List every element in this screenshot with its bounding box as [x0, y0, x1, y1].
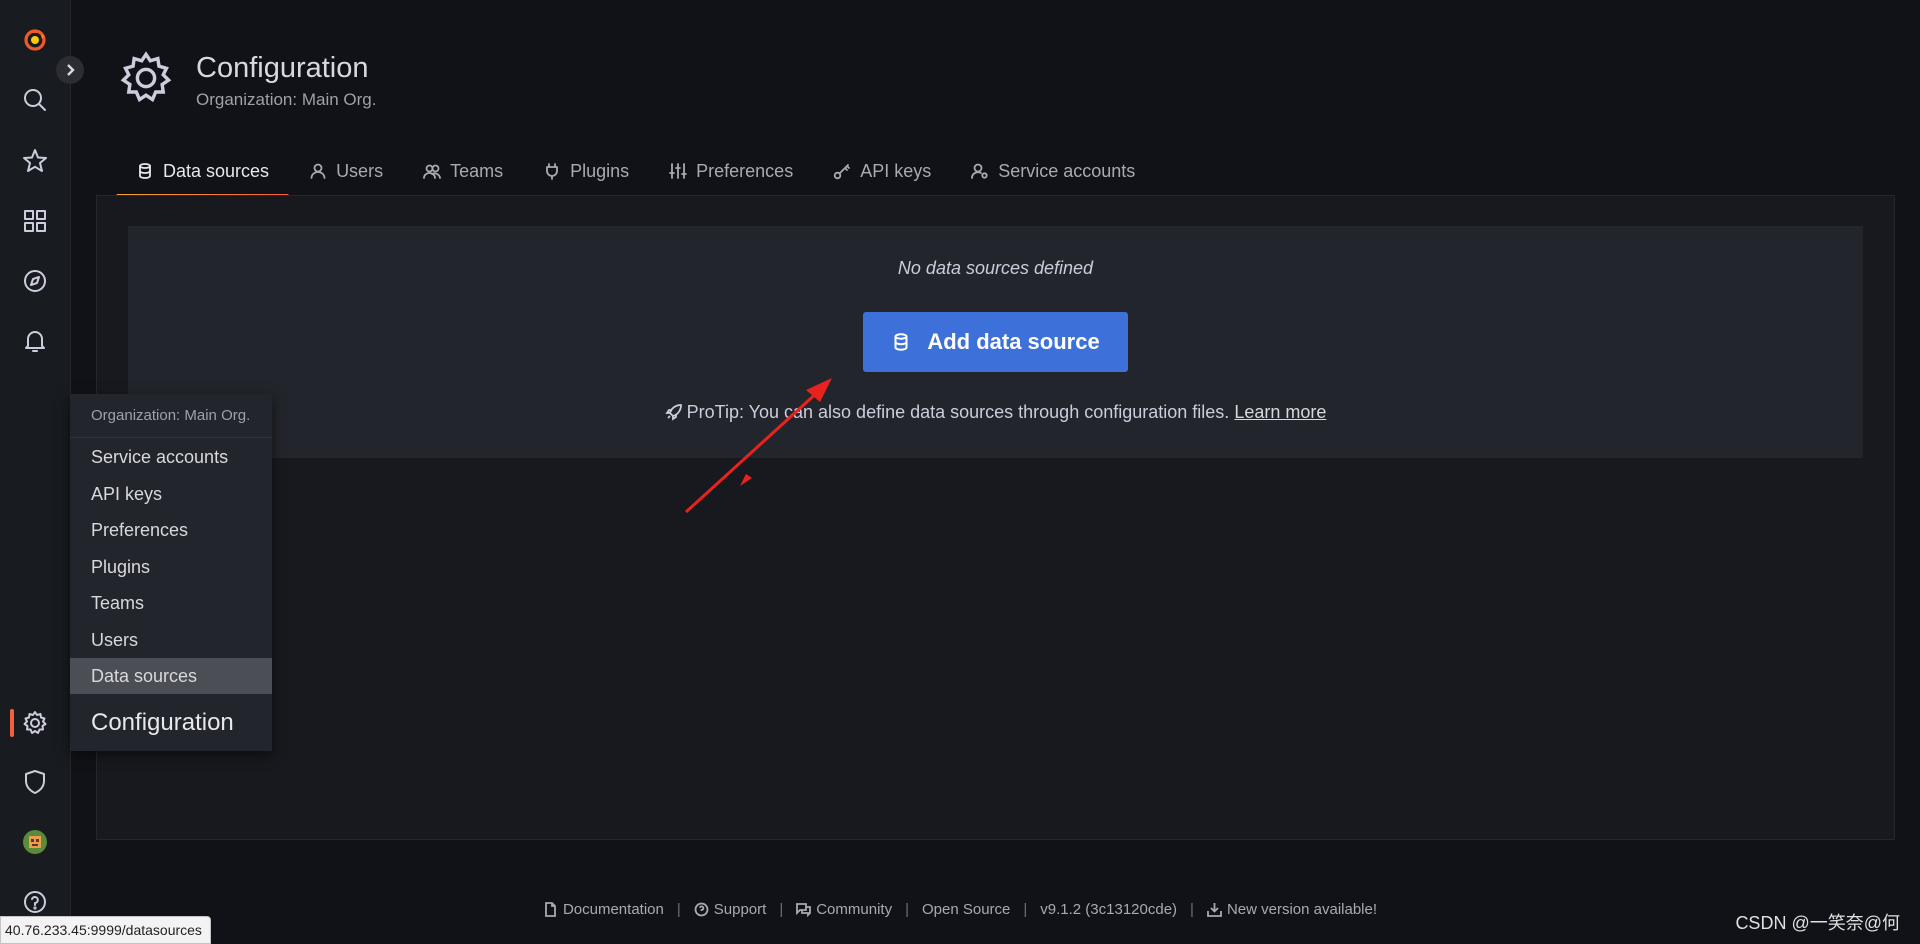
footer-support-label: Support — [714, 901, 767, 918]
menu-header: Organization: Main Org. — [70, 394, 272, 438]
sliders-icon — [669, 162, 687, 180]
users-icon — [423, 162, 441, 180]
tab-data-sources[interactable]: Data sources — [116, 156, 289, 186]
tab-bar: Data sources Users Teams Plugins Prefere… — [116, 156, 1155, 194]
gear-icon[interactable] — [17, 705, 53, 741]
menu-item-teams[interactable]: Teams — [70, 585, 272, 621]
tab-teams[interactable]: Teams — [403, 156, 523, 186]
tab-label: Teams — [450, 161, 503, 182]
comments-icon — [796, 902, 811, 917]
footer: Documentation | Support | Community | Op… — [0, 901, 1920, 918]
tab-label: API keys — [860, 161, 931, 182]
empty-state: No data sources defined Add data source … — [128, 226, 1863, 458]
footer-community-label: Community — [816, 901, 892, 918]
add-data-source-label: Add data source — [927, 329, 1099, 355]
learn-more-link[interactable]: Learn more — [1234, 402, 1326, 422]
footer-separator: | — [779, 901, 783, 918]
tab-service-accounts[interactable]: Service accounts — [951, 156, 1155, 186]
tab-preferences[interactable]: Preferences — [649, 156, 813, 186]
footer-new-version-link[interactable]: New version available! — [1207, 901, 1377, 918]
add-data-source-button[interactable]: Add data source — [863, 312, 1128, 372]
search-icon[interactable] — [17, 82, 53, 118]
database-icon — [891, 332, 911, 352]
active-indicator — [10, 709, 14, 737]
sidebar — [0, 0, 71, 942]
menu-item-plugins[interactable]: Plugins — [70, 549, 272, 585]
menu-footer-configuration[interactable]: Configuration — [70, 694, 272, 751]
menu-item-preferences[interactable]: Preferences — [70, 512, 272, 548]
grafana-logo-icon[interactable] — [17, 22, 53, 58]
chevron-right-icon — [63, 63, 77, 77]
tab-label: Data sources — [163, 161, 269, 182]
footer-new-version-label: New version available! — [1227, 901, 1377, 918]
dashboards-icon[interactable] — [17, 203, 53, 239]
footer-documentation-link[interactable]: Documentation — [543, 901, 664, 918]
avatar-icon[interactable] — [17, 824, 53, 860]
configuration-menu: Organization: Main Org. Service accounts… — [70, 394, 272, 751]
page-gear-icon — [118, 50, 174, 106]
tab-label: Service accounts — [998, 161, 1135, 182]
menu-item-service-accounts[interactable]: Service accounts — [70, 439, 272, 475]
star-icon[interactable] — [17, 143, 53, 179]
download-icon — [1207, 902, 1222, 917]
footer-open-source-link[interactable]: Open Source — [922, 901, 1010, 918]
tab-users[interactable]: Users — [289, 156, 403, 186]
status-bar-url: 40.76.233.45:9999/datasources — [0, 916, 211, 944]
plug-icon — [543, 162, 561, 180]
key-icon — [833, 162, 851, 180]
question-circle-icon — [694, 902, 709, 917]
protip: ProTip: You can also define data sources… — [128, 402, 1863, 423]
alerting-icon[interactable] — [17, 323, 53, 359]
menu-item-users[interactable]: Users — [70, 622, 272, 658]
footer-separator: | — [905, 901, 909, 918]
footer-separator: | — [1190, 901, 1194, 918]
footer-separator: | — [1023, 901, 1027, 918]
footer-separator: | — [677, 901, 681, 918]
tab-label: Users — [336, 161, 383, 182]
tab-label: Preferences — [696, 161, 793, 182]
empty-message: No data sources defined — [128, 258, 1863, 279]
footer-documentation-label: Documentation — [563, 901, 664, 918]
page-subtitle: Organization: Main Org. — [196, 90, 376, 110]
shield-icon[interactable] — [17, 764, 53, 800]
page-title: Configuration — [196, 52, 369, 85]
user-cog-icon — [971, 162, 989, 180]
user-icon — [309, 162, 327, 180]
document-icon — [543, 902, 558, 917]
watermark: CSDN @一笑奈@何 — [1735, 909, 1900, 935]
tab-api-keys[interactable]: API keys — [813, 156, 951, 186]
tab-label: Plugins — [570, 161, 629, 182]
footer-version[interactable]: v9.1.2 (3c13120cde) — [1040, 901, 1177, 918]
menu-item-data-sources[interactable]: Data sources — [70, 658, 272, 694]
explore-icon[interactable] — [17, 263, 53, 299]
red-annotation-arrow — [680, 378, 840, 518]
tab-plugins[interactable]: Plugins — [523, 156, 649, 186]
footer-support-link[interactable]: Support — [694, 901, 767, 918]
footer-community-link[interactable]: Community — [796, 901, 892, 918]
database-icon — [136, 162, 154, 180]
expand-sidebar-button[interactable] — [56, 56, 84, 84]
menu-item-api-keys[interactable]: API keys — [70, 476, 272, 512]
